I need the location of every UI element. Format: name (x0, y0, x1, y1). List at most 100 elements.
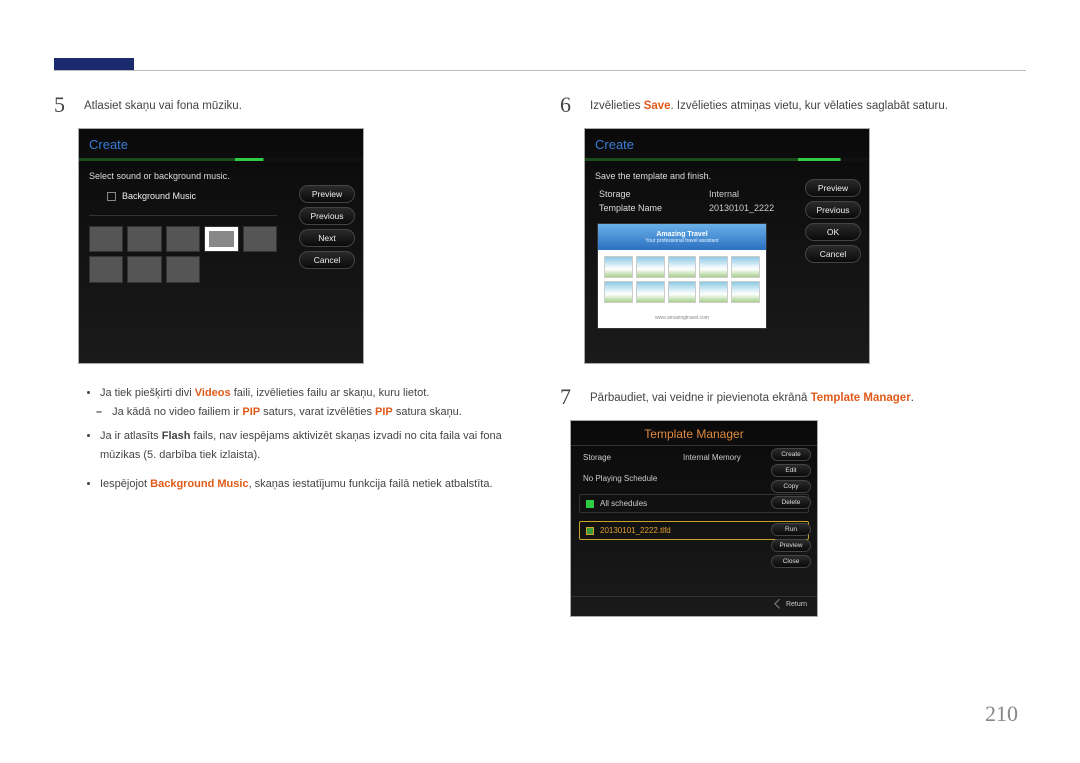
preview-thumb (668, 256, 697, 278)
banner-footer: www.amazingtravel.com (598, 309, 766, 321)
tm-run-button[interactable]: Run (771, 523, 811, 536)
panel-create-sound: Create Select sound or background music.… (78, 128, 364, 364)
step-5-number: 5 (54, 92, 72, 118)
banner-subtitle: Your professional travel assistant (645, 238, 718, 244)
bullet-3: Iespējojot Background Music, skaņas iest… (100, 475, 524, 494)
tm-create-button[interactable]: Create (771, 448, 811, 461)
preview-thumb (636, 281, 665, 303)
pip-keyword: PIP (375, 406, 393, 418)
panel5-thumb-area (89, 215, 277, 283)
text: Ja ir atlasīts (100, 430, 162, 442)
page-accent-bar (54, 58, 134, 70)
spacer (771, 512, 811, 520)
ok-button[interactable]: OK (805, 223, 861, 241)
sound-thumb[interactable] (166, 226, 200, 252)
text: Iespējojot (100, 478, 150, 490)
preview-thumb (636, 256, 665, 278)
step5-bullet-list-2: Ja ir atlasīts Flash fails, nav iespējam… (82, 427, 524, 493)
step-6-row: 6 Izvēlieties Save. Izvēlieties atmiņas … (560, 92, 1030, 118)
tm-copy-button[interactable]: Copy (771, 480, 811, 493)
sound-thumb[interactable] (127, 256, 161, 282)
sub-bullet: – Ja kādā no video failiem ir PIP saturs… (96, 403, 524, 422)
text: satura skaņu. (393, 406, 462, 418)
sub-text: Ja kādā no video failiem ir PIP saturs, … (112, 403, 462, 422)
tm-no-schedule: No Playing Schedule (583, 474, 657, 483)
text: faili, izvēlieties failu ar skaņu, kuru … (231, 387, 430, 399)
tm-title: Template Manager (571, 421, 817, 445)
tm-storage-value: Internal Memory (683, 453, 741, 462)
page-header-rule (54, 70, 1026, 71)
text: Pārbaudiet, vai veidne ir pievienota ekr… (590, 392, 811, 404)
panel5-button-stack: Preview Previous Next Cancel (299, 185, 355, 269)
previous-button[interactable]: Previous (299, 207, 355, 225)
tname-value: 20130101_2222 (709, 203, 774, 213)
preview-thumb (604, 281, 633, 303)
left-column: 5 Atlasiet skaņu vai fona mūziku. Create… (54, 92, 524, 493)
text: . (911, 392, 914, 404)
tm-file-label: 20130101_2222.tlfd (600, 526, 671, 535)
tname-label: Template Name (599, 203, 689, 213)
bg-music-label: Background Music (122, 191, 196, 201)
text: . Izvēlieties atmiņas vietu, kur vēlatie… (671, 100, 948, 112)
step-6-text: Izvēlieties Save. Izvēlieties atmiņas vi… (590, 92, 948, 115)
preview-thumbs (598, 250, 766, 309)
cancel-button[interactable]: Cancel (805, 245, 861, 263)
tm-all-label: All schedules (600, 499, 647, 508)
panel5-subtitle: Select sound or background music. (79, 161, 363, 187)
tm-return-row[interactable]: Return (571, 597, 817, 616)
tm-preview-button[interactable]: Preview (771, 539, 811, 552)
text: saturs, varat izvēlēties (260, 406, 375, 418)
text: Ja tiek piešķirti divi (100, 387, 195, 399)
panel-template-manager: Template Manager Storage Internal Memory… (570, 420, 818, 617)
step-7-number: 7 (560, 384, 578, 410)
panel6-title: Create (585, 129, 869, 158)
preview-button[interactable]: Preview (299, 185, 355, 203)
dash-icon: – (96, 403, 102, 422)
sound-thumb[interactable] (89, 256, 123, 282)
step5-bullet-list: Ja tiek piešķirti divi Videos faili, izv… (82, 384, 524, 403)
panel6-button-stack: Preview Previous OK Cancel (805, 179, 861, 263)
text: Ja kādā no video failiem ir (112, 406, 242, 418)
next-button[interactable]: Next (299, 229, 355, 247)
bgmusic-keyword: Background Music (150, 478, 248, 490)
bg-music-checkbox[interactable] (107, 192, 116, 201)
preview-button[interactable]: Preview (805, 179, 861, 197)
tm-return-label: Return (786, 601, 807, 608)
preview-banner: Amazing Travel Your professional travel … (598, 224, 766, 250)
sound-thumb-selected[interactable] (204, 226, 238, 252)
tm-keyword: Template Manager (811, 392, 911, 404)
step-7-text: Pārbaudiet, vai veidne ir pievienota ekr… (590, 384, 914, 407)
preview-thumb (699, 256, 728, 278)
page-number: 210 (985, 701, 1018, 727)
cancel-button[interactable]: Cancel (299, 251, 355, 269)
storage-value: Internal (709, 189, 739, 199)
template-preview: Amazing Travel Your professional travel … (597, 223, 767, 329)
preview-thumb (731, 256, 760, 278)
preview-thumb (668, 281, 697, 303)
preview-thumb (731, 281, 760, 303)
step-7-row: 7 Pārbaudiet, vai veidne ir pievienota e… (560, 384, 1030, 410)
sound-thumb[interactable] (127, 226, 161, 252)
tm-edit-button[interactable]: Edit (771, 464, 811, 477)
previous-button[interactable]: Previous (805, 201, 861, 219)
videos-keyword: Videos (195, 387, 231, 399)
tm-close-button[interactable]: Close (771, 555, 811, 568)
preview-thumb (604, 256, 633, 278)
flash-keyword: Flash (162, 430, 191, 442)
tm-body: Storage Internal Memory No Playing Sched… (571, 446, 817, 596)
return-icon (774, 599, 784, 609)
sound-thumb[interactable] (243, 226, 277, 252)
text: Izvēlieties (590, 100, 644, 112)
storage-label: Storage (599, 189, 689, 199)
panel-create-save: Create Save the template and finish. Sto… (584, 128, 870, 364)
tm-button-stack: Create Edit Copy Delete Run Preview Clos… (771, 448, 811, 568)
sound-thumb[interactable] (89, 226, 123, 252)
bullet-1: Ja tiek piešķirti divi Videos faili, izv… (100, 384, 524, 403)
panel5-thumb-grid (89, 226, 277, 283)
text: , skaņas iestatījumu funkcija failā neti… (249, 478, 493, 490)
sound-thumb[interactable] (166, 256, 200, 282)
step-6-number: 6 (560, 92, 578, 118)
tm-delete-button[interactable]: Delete (771, 496, 811, 509)
banner-title: Amazing Travel (656, 231, 707, 238)
step-5-text: Atlasiet skaņu vai fona mūziku. (84, 92, 242, 115)
